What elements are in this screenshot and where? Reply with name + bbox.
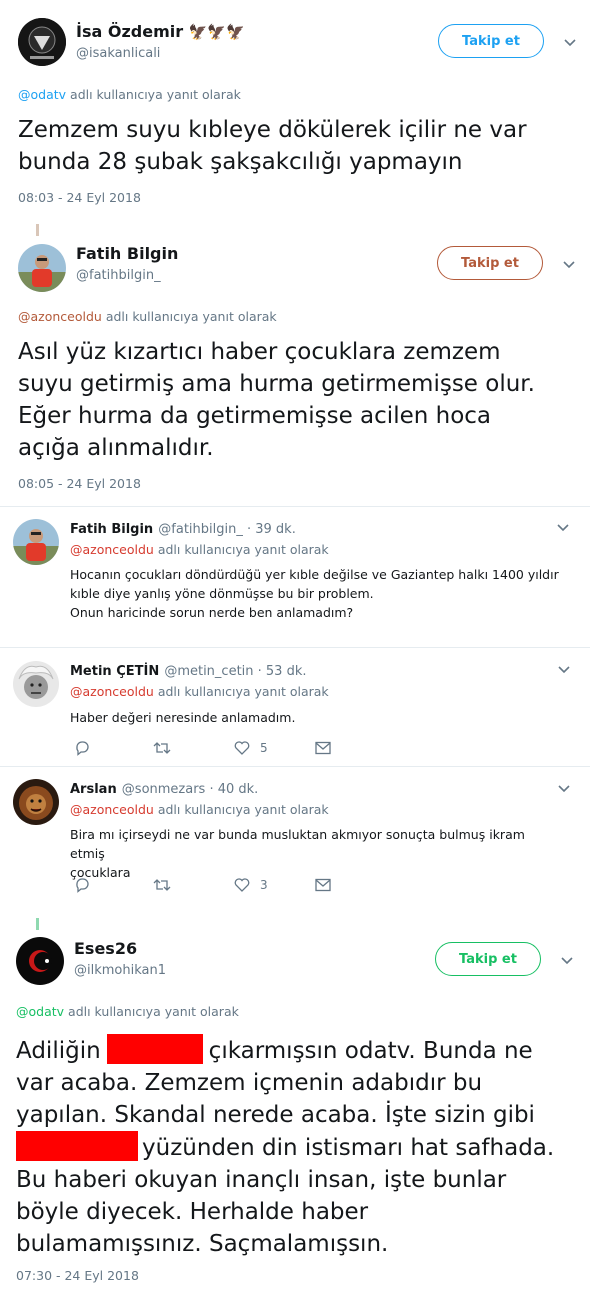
- follow-button[interactable]: Takip et: [437, 246, 543, 280]
- reply-tweet: Metin ÇETİN @metin_cetin · 53 dk. @azonc…: [0, 648, 590, 766]
- reply-icon: [76, 741, 89, 756]
- reply-context: @odatv adlı kullanıcıya yanıt olarak: [16, 1004, 239, 1019]
- avatar[interactable]: [13, 779, 59, 825]
- reply-context: @odatv adlı kullanıcıya yanıt olarak: [18, 87, 241, 102]
- avatar[interactable]: [16, 937, 64, 985]
- chevron-down-icon[interactable]: [557, 665, 571, 675]
- heart-icon: [234, 878, 250, 892]
- chevron-down-icon[interactable]: [562, 260, 576, 270]
- reply-text: Haber değeri neresinde anlamadım.: [70, 710, 296, 725]
- reply-action[interactable]: [74, 877, 90, 893]
- tweet-timestamp[interactable]: 08:03 - 24 Eyl 2018: [18, 190, 141, 205]
- reply-header: Arslan @sonmezars · 40 dk.: [70, 778, 258, 797]
- avatar[interactable]: [18, 244, 66, 292]
- dm-action[interactable]: [314, 740, 332, 756]
- user-name[interactable]: Fatih Bilgin: [70, 522, 153, 537]
- user-handle[interactable]: @isakanlicali: [76, 46, 160, 61]
- avatar[interactable]: [13, 661, 59, 707]
- text-line: Adiliğin çıkarmışsın odatv. Bunda ne: [16, 1034, 581, 1067]
- user-name[interactable]: Eses26: [74, 939, 137, 958]
- reply-context: @azonceoldu adlı kullanıcıya yanıt olara…: [70, 542, 329, 557]
- tweet-text: Zemzem suyu kıbleye dökülerek içilir ne …: [18, 117, 527, 175]
- redaction-block: [106, 1034, 203, 1064]
- tweet-isa-ozdemir: İsa Özdemir 🦅🦅🦅 @isakanlicali Takip et @…: [0, 0, 590, 215]
- user-name[interactable]: Metin ÇETİN: [70, 664, 159, 679]
- user-handle-time[interactable]: @metin_cetin · 53 dk.: [164, 664, 306, 679]
- chevron-down-icon[interactable]: [563, 38, 577, 48]
- thread-connector: [36, 918, 39, 930]
- mention-link[interactable]: @azonceoldu: [70, 542, 154, 557]
- reply-text: Hocanın çocukları döndürdüğü yer kıble d…: [70, 567, 559, 620]
- user-name[interactable]: Fatih Bilgin: [76, 244, 178, 263]
- mention-link[interactable]: @azonceoldu: [70, 802, 154, 817]
- redaction-block: [16, 1131, 138, 1161]
- besiktas-logo-icon: [18, 18, 66, 66]
- like-count: 3: [260, 878, 268, 892]
- avatar-photo-icon: [13, 519, 59, 565]
- thread-connector: [36, 224, 39, 236]
- tweet-text: Adiliğin çıkarmışsın odatv. Bunda ne var …: [16, 1034, 581, 1260]
- avatar[interactable]: [18, 18, 66, 66]
- retweet-icon: [153, 742, 171, 754]
- envelope-icon: [315, 878, 331, 892]
- reply-header: Metin ÇETİN @metin_cetin · 53 dk.: [70, 660, 307, 679]
- retweet-action[interactable]: [152, 877, 172, 893]
- dm-action[interactable]: [314, 877, 332, 893]
- tweet-text: Asıl yüz kızartıcı haber çocuklara zemze…: [18, 339, 535, 461]
- envelope-icon: [315, 741, 331, 755]
- einstein-avatar-icon: [13, 661, 59, 707]
- user-name[interactable]: İsa Özdemir 🦅🦅🦅: [76, 22, 245, 41]
- chevron-down-icon[interactable]: [556, 523, 570, 533]
- reply-tweet: Arslan @sonmezars · 40 dk. @azonceoldu a…: [0, 767, 590, 905]
- user-handle[interactable]: @fatihbilgin_: [76, 268, 161, 283]
- tweet-timestamp[interactable]: 08:05 - 24 Eyl 2018: [18, 476, 141, 491]
- user-handle[interactable]: @ilkmohikan1: [74, 963, 166, 978]
- chevron-down-icon[interactable]: [557, 784, 571, 794]
- tweet-timestamp[interactable]: 07:30 - 24 Eyl 2018: [16, 1268, 139, 1283]
- user-name[interactable]: Arslan: [70, 782, 117, 797]
- reply-context: @azonceoldu adlı kullanıcıya yanıt olara…: [70, 684, 329, 699]
- reply-icon: [76, 878, 89, 893]
- reply-text: Bira mı içirseydi ne var bunda musluktan…: [70, 827, 525, 880]
- avatar[interactable]: [13, 519, 59, 565]
- user-handle-time[interactable]: @sonmezars · 40 dk.: [122, 782, 259, 797]
- mention-link[interactable]: @odatv: [18, 87, 66, 102]
- mention-link[interactable]: @azonceoldu: [18, 309, 102, 324]
- eagle-emoji-icons: 🦅🦅🦅: [188, 23, 245, 41]
- tweet-fatih-bilgin: Fatih Bilgin @fatihbilgin_ Takip et @azo…: [0, 236, 590, 506]
- reply-context: @azonceoldu adlı kullanıcıya yanıt olara…: [70, 802, 329, 817]
- reply-context: @azonceoldu adlı kullanıcıya yanıt olara…: [18, 309, 277, 324]
- like-action[interactable]: 3: [233, 877, 268, 893]
- heart-icon: [234, 741, 250, 755]
- tweet-eses26: Eses26 @ilkmohikan1 Takip et @odatv adlı…: [0, 930, 590, 1310]
- retweet-action[interactable]: [152, 740, 172, 756]
- chevron-down-icon[interactable]: [560, 956, 574, 966]
- follow-button[interactable]: Takip et: [438, 24, 544, 58]
- crescent-avatar-icon: [16, 937, 64, 985]
- like-count: 5: [260, 741, 268, 755]
- user-handle-time[interactable]: @fatihbilgin_ · 39 dk.: [158, 522, 296, 537]
- mention-link[interactable]: @azonceoldu: [70, 684, 154, 699]
- text-line: yüzünden din istismarı hat safhada.: [16, 1131, 581, 1164]
- reply-tweet: Fatih Bilgin @fatihbilgin_ · 39 dk. @azo…: [0, 507, 590, 647]
- lion-avatar-icon: [13, 779, 59, 825]
- like-action[interactable]: 5: [233, 740, 268, 756]
- follow-button[interactable]: Takip et: [435, 942, 541, 976]
- avatar-photo-icon: [18, 244, 66, 292]
- retweet-icon: [153, 879, 171, 891]
- reply-header: Fatih Bilgin @fatihbilgin_ · 39 dk.: [70, 518, 296, 537]
- reply-action[interactable]: [74, 740, 90, 756]
- mention-link[interactable]: @odatv: [16, 1004, 64, 1019]
